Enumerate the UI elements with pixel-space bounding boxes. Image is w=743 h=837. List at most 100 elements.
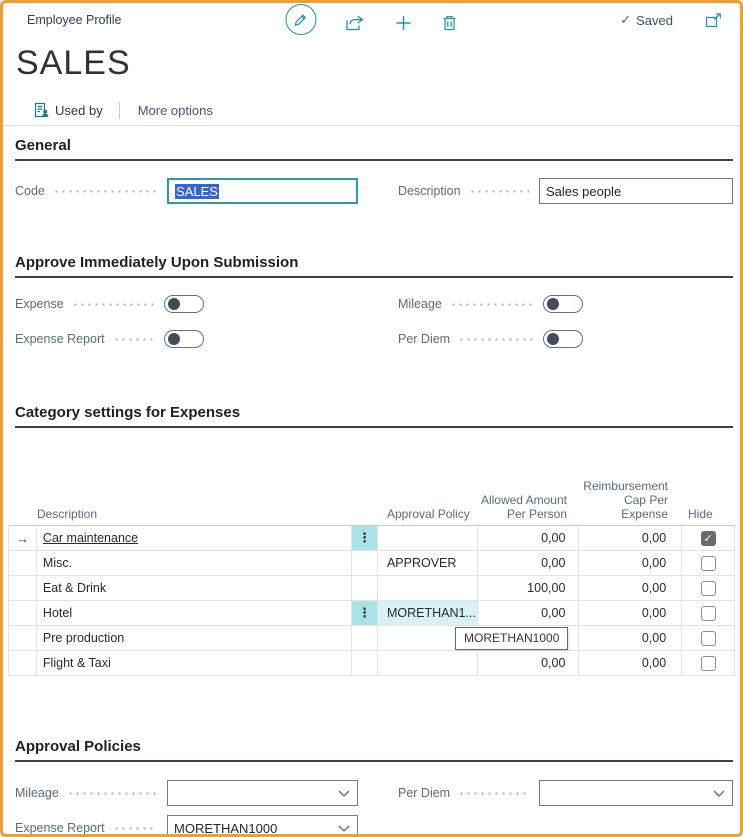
page-content: General Code SALES Description Sales peo…: [3, 134, 740, 837]
section-approve-heading[interactable]: Approve Immediately Upon Submission: [15, 251, 733, 278]
cell-description[interactable]: Misc.: [37, 551, 352, 575]
cell-hide: ✓: [682, 601, 734, 625]
expense-report-toggle[interactable]: [164, 330, 204, 348]
cell-allowed-amount[interactable]: 100,00: [478, 576, 580, 600]
row-ellipsis-button[interactable]: ⋮: [352, 601, 377, 625]
cell-approval-policy[interactable]: [378, 651, 478, 675]
section-categories-heading[interactable]: Category settings for Expenses: [15, 401, 733, 428]
cell-allowed-amount[interactable]: 0,00: [478, 551, 580, 575]
used-by-button[interactable]: Used by: [34, 102, 103, 118]
employee-profile-window: Employee Profile: [0, 0, 743, 837]
row-ellipsis-button[interactable]: ⋮: [352, 526, 377, 550]
dotted-leader: [458, 786, 529, 800]
code-field-row: Code SALES: [15, 178, 358, 204]
cell-approval-policy[interactable]: APPROVER: [378, 551, 478, 575]
cell-approval-policy[interactable]: [378, 526, 478, 550]
row-selector[interactable]: [9, 551, 37, 575]
cell-description[interactable]: Flight & Taxi: [37, 651, 352, 675]
cell-description-text: Eat & Drink: [43, 581, 106, 595]
cell-description[interactable]: Car maintenance: [37, 526, 352, 550]
plus-icon[interactable]: [393, 9, 413, 31]
cell-approval-policy[interactable]: [378, 576, 478, 600]
cell-hide: ✓: [682, 651, 734, 675]
save-status: ✓ Saved: [620, 12, 673, 28]
section-policies-heading[interactable]: Approval Policies: [15, 735, 733, 762]
cell-menu: [352, 576, 378, 600]
per-diem-policy-dropdown[interactable]: [539, 780, 733, 806]
description-input[interactable]: Sales people: [539, 178, 733, 204]
table-header-row: Description Approval Policy Allowed Amou…: [8, 492, 735, 526]
top-command-bar: Employee Profile: [3, 3, 740, 39]
cell-allowed-amount[interactable]: 0,00: [478, 651, 580, 675]
hide-checkbox[interactable]: ✓: [701, 531, 716, 546]
cell-reimbursement-cap[interactable]: 0,00: [579, 551, 682, 575]
cell-reimbursement-cap[interactable]: 0,00: [579, 526, 682, 550]
per-diem-toggle[interactable]: [543, 330, 583, 348]
cell-reimbursement-cap[interactable]: 0,00: [579, 626, 682, 650]
row-selector[interactable]: [9, 601, 37, 625]
hide-checkbox[interactable]: ✓: [701, 631, 716, 646]
cell-allowed-amount[interactable]: 0,00: [478, 601, 580, 625]
code-label: Code: [15, 184, 45, 198]
mileage-toggle[interactable]: [543, 295, 583, 313]
description-label: Description: [398, 184, 461, 198]
command-icons: [285, 4, 458, 35]
col-approval-policy[interactable]: Approval Policy: [378, 507, 478, 521]
cell-description[interactable]: Eat & Drink: [37, 576, 352, 600]
cell-reimbursement-cap[interactable]: 0,00: [579, 576, 682, 600]
expense-report-toggle-row: Expense Report: [15, 330, 204, 348]
cell-description-text: Car maintenance: [43, 531, 138, 545]
expense-report-policy-dropdown[interactable]: MORETHAN1000: [167, 815, 358, 837]
share-icon[interactable]: [343, 9, 366, 31]
col-reimb-line2: Cap Per Expense: [621, 493, 668, 521]
used-by-icon: [34, 102, 49, 118]
mileage-policy-dropdown[interactable]: [167, 780, 358, 806]
hide-checkbox[interactable]: ✓: [701, 656, 716, 671]
cell-menu: ⋮: [352, 601, 378, 625]
cell-hide: ✓: [682, 576, 734, 600]
mileage-policy-label: Mileage: [15, 786, 59, 800]
col-reimbursement-cap[interactable]: Reimbursement Cap Per Expense: [580, 479, 683, 521]
per-diem-policy-label: Per Diem: [398, 786, 450, 800]
section-general-heading[interactable]: General: [15, 134, 733, 161]
edit-button[interactable]: [285, 4, 316, 35]
cell-allowed-amount[interactable]: 0,00: [478, 526, 580, 550]
col-allowed-amount[interactable]: Allowed Amount Per Person: [478, 493, 580, 521]
table-row-pre-production: Pre production 0,00 0,00 ✓: [8, 626, 735, 651]
page-title: SALES: [3, 39, 740, 85]
dotted-leader: [67, 786, 157, 800]
cell-hide: ✓: [682, 526, 734, 550]
code-input[interactable]: SALES: [167, 178, 358, 204]
cell-description[interactable]: Pre production: [37, 626, 352, 650]
table-row-misc: Misc. APPROVER 0,00 0,00 ✓: [8, 551, 735, 576]
dotted-leader: [450, 297, 533, 311]
per-diem-policy-row: Per Diem: [398, 780, 733, 806]
col-description[interactable]: Description: [8, 507, 352, 521]
expense-toggle[interactable]: [164, 295, 204, 313]
cell-reimbursement-cap[interactable]: 0,00: [579, 651, 682, 675]
cell-description[interactable]: Hotel: [37, 601, 352, 625]
trash-icon[interactable]: [440, 9, 458, 31]
table-row-hotel: Hotel ⋮ MORETHAN1... 0,00 0,00 ✓: [8, 601, 735, 626]
cell-approval-policy-highlighted[interactable]: MORETHAN1...: [378, 601, 478, 625]
hide-checkbox[interactable]: ✓: [701, 556, 716, 571]
cell-reimbursement-cap[interactable]: 0,00: [579, 601, 682, 625]
toggle-knob: [168, 333, 180, 345]
general-fields: Code SALES Description Sales people: [15, 161, 733, 204]
expense-report-policy-label: Expense Report: [15, 821, 105, 835]
popout-icon[interactable]: [703, 13, 724, 28]
used-by-label: Used by: [55, 103, 103, 118]
hide-checkbox[interactable]: ✓: [701, 581, 716, 596]
cell-menu: [352, 651, 378, 675]
toggle-knob: [547, 333, 559, 345]
row-selector[interactable]: [9, 626, 37, 650]
row-selector[interactable]: [9, 576, 37, 600]
hide-checkbox[interactable]: ✓: [701, 606, 716, 621]
row-selector[interactable]: [9, 651, 37, 675]
per-diem-label: Per Diem: [398, 332, 450, 346]
more-options-button[interactable]: More options: [138, 103, 213, 118]
col-hide[interactable]: Hide: [683, 507, 735, 521]
col-reimb-line1: Reimbursement: [583, 479, 668, 493]
dotted-leader: [72, 297, 154, 311]
chevron-down-icon: [338, 790, 350, 798]
